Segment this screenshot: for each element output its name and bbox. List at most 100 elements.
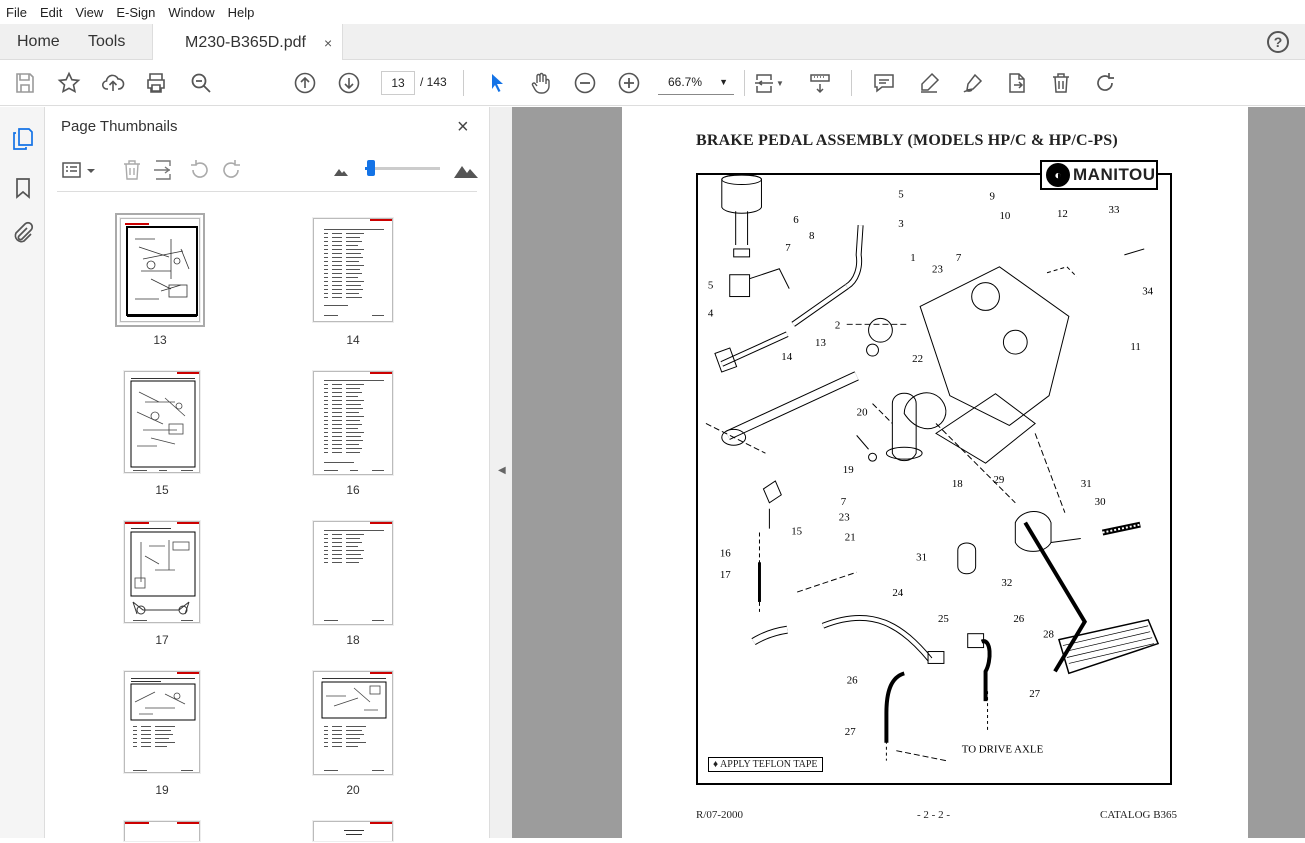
upload-icon[interactable]: [100, 70, 126, 96]
tab-tools[interactable]: Tools: [88, 24, 125, 60]
drive-axle-label: TO DRIVE AXLE: [962, 744, 1044, 756]
callout-label: 25: [938, 613, 949, 625]
menu-esign[interactable]: E-Sign: [116, 5, 155, 20]
page-thumbnail-16[interactable]: [313, 371, 393, 475]
brake-pedal-diagram: 5 6 3 8 7 5 4 2 1 9 10 12 33 7 23 34 13: [705, 99, 1160, 762]
star-icon[interactable]: [56, 70, 82, 96]
thumbnail-large-icon[interactable]: [453, 159, 479, 181]
callout-label: 1: [910, 252, 915, 264]
thumbnail-label: 14: [346, 333, 360, 347]
callout-label: 4: [708, 307, 714, 319]
footer-catalog: CATALOG B365: [1100, 809, 1178, 821]
rotate-right-icon[interactable]: [221, 159, 243, 181]
page-thumbnail-14[interactable]: [313, 218, 393, 322]
chevron-down-icon: ▼: [719, 77, 728, 87]
panel-collapse-handle[interactable]: ◀: [490, 107, 512, 838]
zoom-level-select[interactable]: 66.7% ▼: [658, 71, 734, 95]
page-thumbnail-15[interactable]: [124, 371, 200, 473]
close-icon[interactable]: ×: [457, 116, 469, 139]
sign-icon[interactable]: [960, 70, 986, 96]
callout-label: 26: [847, 674, 858, 686]
rotate-icon[interactable]: [1092, 70, 1118, 96]
callout-label: 9: [990, 190, 995, 202]
callout-label: 5: [708, 280, 714, 292]
menu-help[interactable]: Help: [228, 5, 255, 20]
callout-label: 28: [1043, 629, 1054, 641]
page-thumbnail-partial[interactable]: [124, 821, 200, 841]
page-thumbnail-20[interactable]: [313, 671, 393, 775]
thumbnail-label: 19: [155, 783, 169, 797]
menu-view[interactable]: View: [75, 5, 103, 20]
page-thumbnails-icon[interactable]: [11, 127, 35, 151]
thumbnail-size-slider-track[interactable]: [365, 167, 440, 170]
callout-label: 15: [791, 526, 802, 538]
thumbnail-small-icon[interactable]: [331, 159, 353, 181]
comment-icon[interactable]: [871, 70, 897, 96]
tab-document[interactable]: M230-B365D.pdf ×: [152, 24, 344, 61]
callout-label: 32: [1001, 577, 1012, 589]
pdf-page: BRAKE PEDAL ASSEMBLY (MODELS HP/C & HP/C…: [622, 99, 1248, 838]
page-thumbnail-18[interactable]: [313, 521, 393, 625]
callout-label: 26: [1013, 613, 1024, 625]
main-toolbar: 13 / 143 66.7% ▼ ▼: [0, 60, 1305, 106]
help-icon[interactable]: ?: [1267, 31, 1289, 53]
tab-close-icon[interactable]: ×: [324, 35, 332, 51]
callout-label: 10: [999, 210, 1010, 222]
zoom-search-icon[interactable]: [188, 70, 214, 96]
callout-label: 22: [912, 353, 923, 365]
select-pointer-icon[interactable]: [484, 70, 510, 96]
export-icon[interactable]: [1004, 70, 1030, 96]
page-thumbnail-partial[interactable]: [313, 821, 393, 841]
bookmark-icon[interactable]: [11, 176, 35, 200]
document-title: BRAKE PEDAL ASSEMBLY (MODELS HP/C & HP/C…: [696, 132, 1118, 149]
page-up-icon[interactable]: [292, 70, 318, 96]
diagram-frame: 5 6 3 8 7 5 4 2 1 9 10 12 33 7 23 34 13: [696, 99, 1172, 785]
callout-label: 5: [898, 188, 904, 200]
thumbnail-size-slider-handle[interactable]: [367, 160, 375, 176]
tab-document-label: M230-B365D.pdf: [185, 33, 306, 51]
scroll-mode-icon[interactable]: [807, 70, 833, 96]
page-total: / 143: [420, 75, 447, 89]
chevron-down-icon[interactable]: ▼: [774, 70, 786, 96]
callout-label: 24: [892, 587, 903, 599]
tab-home[interactable]: Home: [17, 24, 60, 60]
page-down-icon[interactable]: [336, 70, 362, 96]
page-number-input[interactable]: 13: [381, 71, 415, 95]
attachment-icon[interactable]: [11, 221, 35, 245]
menu-window[interactable]: Window: [168, 5, 214, 20]
footer-page: - 2 - 2 -: [917, 809, 950, 821]
chevron-left-icon: ◀: [498, 465, 506, 476]
zoom-in-icon[interactable]: [616, 70, 642, 96]
print-icon[interactable]: [143, 70, 169, 96]
callout-label: 16: [720, 547, 731, 559]
logo-text: MANITOU: [1073, 165, 1156, 184]
callout-label: 6: [793, 214, 799, 226]
document-viewer[interactable]: BRAKE PEDAL ASSEMBLY (MODELS HP/C & HP/C…: [512, 99, 1305, 838]
callout-label: 2: [835, 319, 840, 331]
delete-icon[interactable]: [1048, 70, 1074, 96]
callout-label: 34: [1142, 286, 1153, 298]
highlight-icon[interactable]: [916, 70, 942, 96]
callout-label: 3: [898, 218, 904, 230]
callout-label: 31: [916, 551, 927, 563]
hand-icon[interactable]: [528, 70, 554, 96]
thumbnail-label: 20: [346, 783, 360, 797]
rotate-left-icon[interactable]: [188, 159, 210, 181]
callout-label: 7: [956, 252, 962, 264]
callout-label: 20: [857, 407, 868, 419]
page-thumbnail-17[interactable]: [124, 521, 200, 623]
divider: [57, 191, 477, 192]
page-thumbnail-19[interactable]: [124, 671, 200, 773]
callout-label: 23: [932, 264, 943, 276]
save-icon[interactable]: [12, 70, 38, 96]
thumbnail-options-icon[interactable]: [61, 159, 101, 181]
callout-label: 21: [845, 531, 856, 543]
menu-file[interactable]: File: [6, 5, 27, 20]
callout-label: 31: [1081, 478, 1092, 490]
callout-label: 13: [815, 337, 826, 349]
delete-page-icon[interactable]: [121, 159, 143, 181]
insert-page-icon[interactable]: [153, 159, 175, 181]
zoom-out-icon[interactable]: [572, 70, 598, 96]
page-thumbnail-13[interactable]: [115, 213, 205, 327]
menu-edit[interactable]: Edit: [40, 5, 62, 20]
